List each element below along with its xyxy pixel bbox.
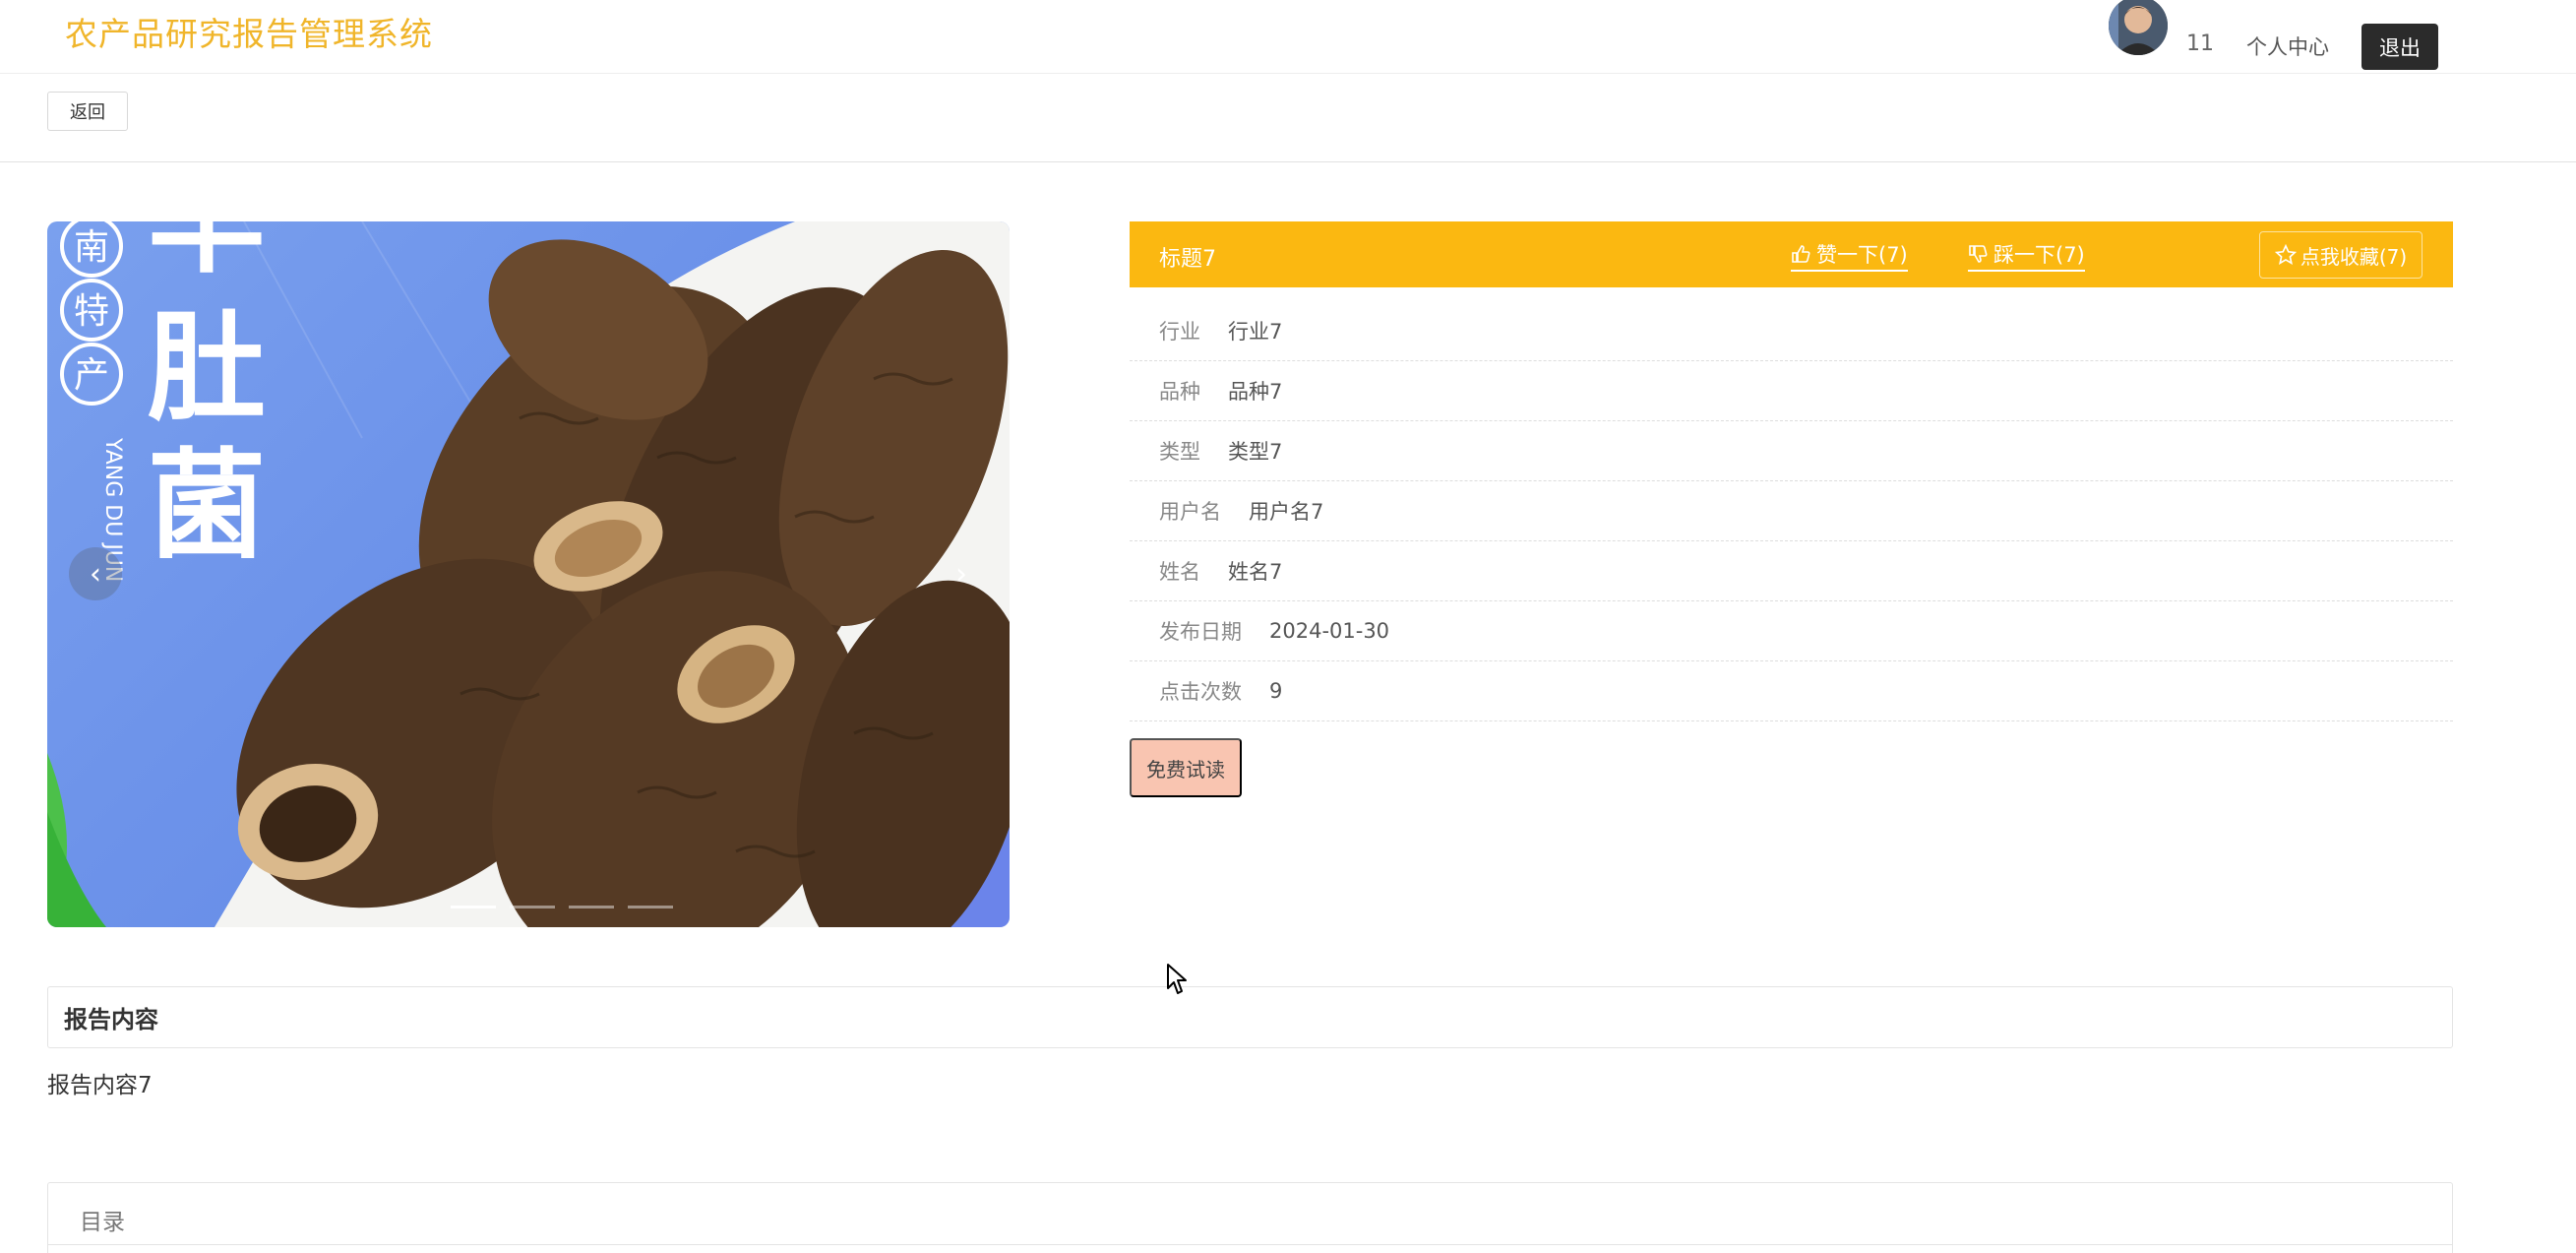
field-label: 行业 [1159, 320, 1200, 344]
collect-button[interactable]: 点我收藏(7) [2259, 231, 2423, 279]
like-label: 赞一下(7) [1816, 243, 1908, 267]
user-id: 11 [2186, 31, 2214, 56]
app-title: 农产品研究报告管理系统 [65, 15, 433, 53]
detail-title: 标题7 [1159, 247, 1216, 272]
field-value: 品种7 [1228, 380, 1283, 404]
carousel-next-button[interactable]: › [935, 547, 988, 600]
dislike-button[interactable]: 踩一下(7) [1968, 239, 2085, 272]
field-value: 2024-01-30 [1269, 619, 1390, 643]
carousel-dot-2[interactable] [510, 906, 555, 908]
avatar-image [2109, 0, 2168, 55]
carousel-dot-4[interactable] [628, 906, 673, 908]
like-button[interactable]: 赞一下(7) [1791, 239, 1908, 272]
big-char-2: 肚 [148, 298, 266, 437]
field-row-publish-date: 发布日期 2024-01-30 [1130, 601, 2453, 661]
carousel-indicators [451, 906, 673, 908]
divider [48, 1244, 2452, 1245]
product-photo: 南 特 产 羊 肚 菌 YANG DU JUN [47, 221, 1010, 927]
badge-char-1: 南 [74, 227, 109, 268]
thumbs-down-icon [1969, 245, 1988, 263]
thumbs-up-icon [1792, 245, 1810, 263]
report-body-text: 报告内容7 [47, 1073, 153, 1098]
field-row-click-count: 点击次数 9 [1130, 661, 2453, 721]
image-carousel[interactable]: 南 特 产 羊 肚 菌 YANG DU JUN ‹ › [47, 221, 1010, 927]
big-char-3: 菌 [148, 436, 266, 575]
field-label: 类型 [1159, 440, 1200, 464]
toc-heading: 目录 [80, 1210, 125, 1235]
field-label: 点击次数 [1159, 680, 1242, 704]
mouse-cursor-icon [1167, 964, 1187, 994]
field-value: 用户名7 [1249, 500, 1324, 524]
report-heading: 报告内容 [64, 1006, 158, 1034]
toolbar: 返回 [0, 74, 2576, 162]
field-row-variety: 品种 品种7 [1130, 361, 2453, 421]
carousel-prev-button[interactable]: ‹ [69, 547, 122, 600]
badge-char-2: 特 [74, 291, 109, 332]
back-button[interactable]: 返回 [47, 92, 128, 131]
field-value: 类型7 [1228, 440, 1283, 464]
report-section-header: 报告内容 [47, 986, 2453, 1048]
field-label: 用户名 [1159, 500, 1221, 524]
field-value: 行业7 [1228, 320, 1283, 344]
field-row-industry: 行业 行业7 [1130, 301, 2453, 361]
field-row-username: 用户名 用户名7 [1130, 481, 2453, 541]
field-row-type: 类型 类型7 [1130, 421, 2453, 481]
collect-label: 点我收藏(7) [2300, 244, 2408, 269]
badge-char-3: 产 [74, 355, 109, 396]
field-label: 姓名 [1159, 560, 1200, 584]
free-trial-button[interactable]: 免费试读 [1130, 738, 1242, 797]
field-label: 发布日期 [1159, 620, 1242, 644]
field-value: 9 [1269, 679, 1283, 703]
field-value: 姓名7 [1228, 560, 1283, 584]
star-icon [2274, 244, 2297, 266]
top-header: 农产品研究报告管理系统 11 个人中心 退出 [0, 0, 2576, 74]
carousel-dot-1[interactable] [451, 906, 496, 908]
detail-title-bar: 标题7 赞一下(7) 踩一下(7) 点我收藏(7) [1130, 221, 2453, 287]
toc-section: 目录 [47, 1182, 2453, 1253]
field-row-name: 姓名 姓名7 [1130, 541, 2453, 601]
avatar[interactable] [2109, 0, 2168, 55]
logout-button[interactable]: 退出 [2361, 24, 2438, 70]
field-label: 品种 [1159, 380, 1200, 404]
profile-center-link[interactable]: 个人中心 [2246, 31, 2329, 61]
dislike-label: 踩一下(7) [1993, 243, 2085, 267]
carousel-dot-3[interactable] [569, 906, 614, 908]
big-char-1: 羊 [148, 221, 266, 289]
